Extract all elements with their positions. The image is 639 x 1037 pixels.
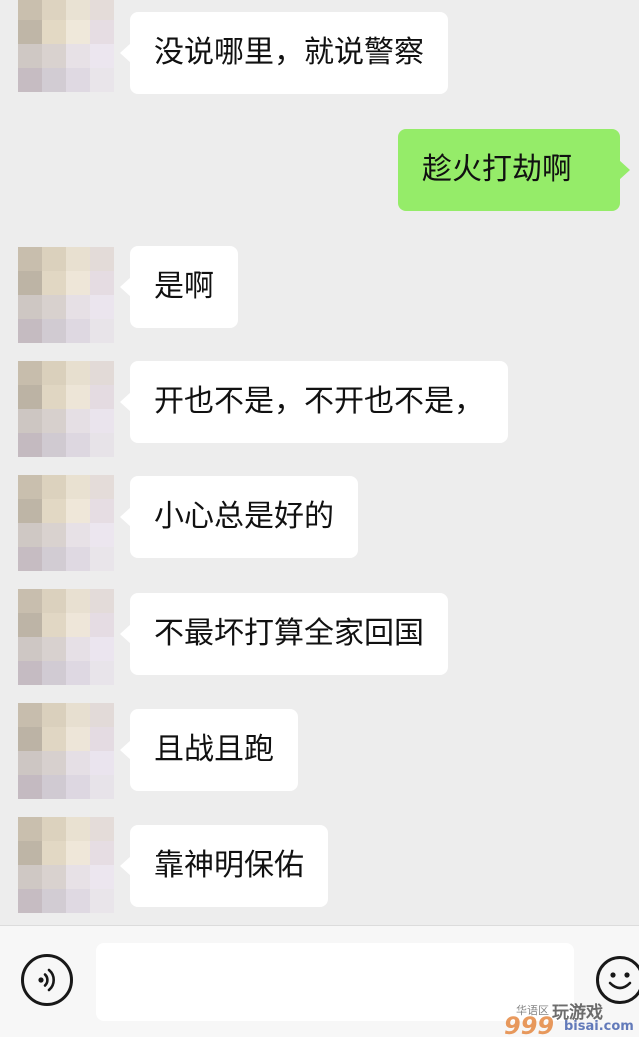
outgoing-message-bubble[interactable]: 趁火打劫啊 [398,129,630,211]
incoming-message-bubble[interactable]: 小心总是好的 [120,476,358,558]
site-watermark: 999 华语区 玩游戏 bisai.com [504,998,639,1037]
watermark-domain: bisai.com [564,1019,634,1034]
message-input[interactable] [96,943,574,1021]
avatar[interactable] [18,361,114,457]
avatar[interactable] [18,0,114,92]
voice-icon[interactable] [21,954,73,1006]
incoming-message-bubble[interactable]: 靠神明保佑 [120,825,328,907]
incoming-message-bubble[interactable]: 开也不是，不开也不是， [120,361,508,443]
watermark-small-text: 华语区 [516,1004,549,1017]
avatar[interactable] [18,247,114,343]
avatar[interactable] [18,475,114,571]
incoming-message-bubble[interactable]: 没说哪里，就说警察 [120,12,448,94]
incoming-message-bubble[interactable]: 不最坏打算全家回国 [120,593,448,675]
emoji-icon[interactable] [596,956,639,1004]
incoming-message-bubble[interactable]: 是啊 [120,246,238,328]
avatar[interactable] [18,589,114,685]
avatar[interactable] [18,703,114,799]
chat-area[interactable]: 没说哪里，就说警察 趁火打劫啊 是啊 开也不是，不开也不是， 小心总是好的 不最… [0,0,639,925]
avatar[interactable] [18,817,114,913]
incoming-message-bubble[interactable]: 且战且跑 [120,709,298,791]
